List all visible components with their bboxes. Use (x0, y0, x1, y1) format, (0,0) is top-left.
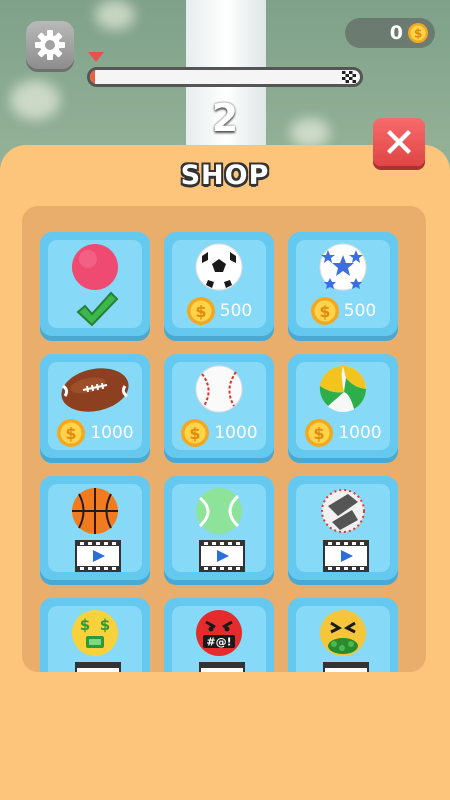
coin-icon: $ (310, 297, 339, 325)
shop-item-spiked-ball[interactable] (288, 476, 398, 580)
shop-item-volleyball[interactable]: $ 1000 (288, 354, 398, 458)
shop-item-sick-emoji-ball[interactable] (288, 598, 398, 672)
price-tag: $ 500 (288, 296, 398, 326)
pink-ball-icon (72, 244, 118, 290)
angry-face-emoji-icon: #@! (196, 610, 242, 656)
shop-item-soccer-ball[interactable]: $ 500 (164, 232, 274, 336)
soccer-ball-icon (195, 243, 243, 291)
shop-item-basketball[interactable] (40, 476, 150, 580)
gear-icon (35, 30, 65, 60)
background-light (95, 0, 135, 30)
coin-icon: $ (305, 419, 334, 447)
checkmark-icon (76, 291, 119, 327)
video-ad-icon (75, 540, 121, 572)
coin-icon: $ (57, 419, 86, 447)
video-ad-icon (199, 540, 245, 572)
finish-flag-icon (342, 71, 356, 83)
baseball-icon (195, 365, 243, 413)
svg-text:$: $ (314, 424, 325, 443)
coin-icon: $ (186, 297, 215, 325)
price-value: 500 (343, 301, 377, 321)
sick-face-emoji-icon (320, 610, 366, 656)
svg-text:$: $ (66, 424, 77, 443)
level-progress-bar (87, 67, 363, 87)
shop-item-angry-emoji-ball[interactable]: #@! (164, 598, 274, 672)
video-ad-icon (323, 540, 369, 572)
basketball-icon (72, 488, 118, 534)
star-ball-icon (319, 243, 367, 291)
price-value: 500 (219, 301, 253, 321)
svg-text:$: $ (319, 302, 330, 321)
svg-text:$: $ (414, 27, 422, 41)
video-ad-icon (323, 662, 369, 672)
shop-item-baseball[interactable]: $ 1000 (164, 354, 274, 458)
shop-item-american-football[interactable]: $ 1000 (40, 354, 150, 458)
shop-item-money-emoji-ball[interactable]: $ $ (40, 598, 150, 672)
progress-fill (90, 70, 96, 84)
coin-icon: $ (181, 419, 210, 447)
coin-counter: 0 $ (345, 18, 435, 48)
shop-item-pink-ball[interactable] (40, 232, 150, 336)
shop-item-star-ball[interactable]: $ 500 (288, 232, 398, 336)
settings-button[interactable] (26, 21, 74, 69)
svg-text:$: $ (100, 616, 110, 634)
curse-text: #@! (206, 636, 231, 649)
coin-count: 0 (389, 22, 403, 44)
close-icon (387, 130, 411, 154)
american-football-icon (61, 368, 129, 412)
price-tag: $ 1000 (40, 418, 150, 448)
price-tag: $ 1000 (164, 418, 274, 448)
price-tag: $ 1000 (288, 418, 398, 448)
svg-text:$: $ (190, 424, 201, 443)
price-value: 1000 (214, 423, 258, 443)
svg-text:$: $ (80, 616, 90, 634)
shop-item-tennis-ball[interactable] (164, 476, 274, 580)
coin-icon: $ (408, 23, 428, 43)
video-ad-icon (199, 662, 245, 672)
shop-grid: $ 500 $ 500 $ 1000 $ 1000 $ 1000 $ $ #@! (22, 206, 426, 672)
price-value: 1000 (338, 423, 382, 443)
svg-text:$: $ (195, 302, 206, 321)
close-button[interactable] (373, 118, 425, 166)
price-value: 1000 (90, 423, 134, 443)
price-tag: $ 500 (164, 296, 274, 326)
money-face-emoji-icon: $ $ (72, 610, 118, 656)
progress-marker (88, 52, 104, 62)
video-ad-icon (75, 662, 121, 672)
volleyball-icon (319, 365, 366, 412)
spiked-ball-icon (321, 489, 365, 533)
tennis-ball-icon (196, 488, 242, 534)
